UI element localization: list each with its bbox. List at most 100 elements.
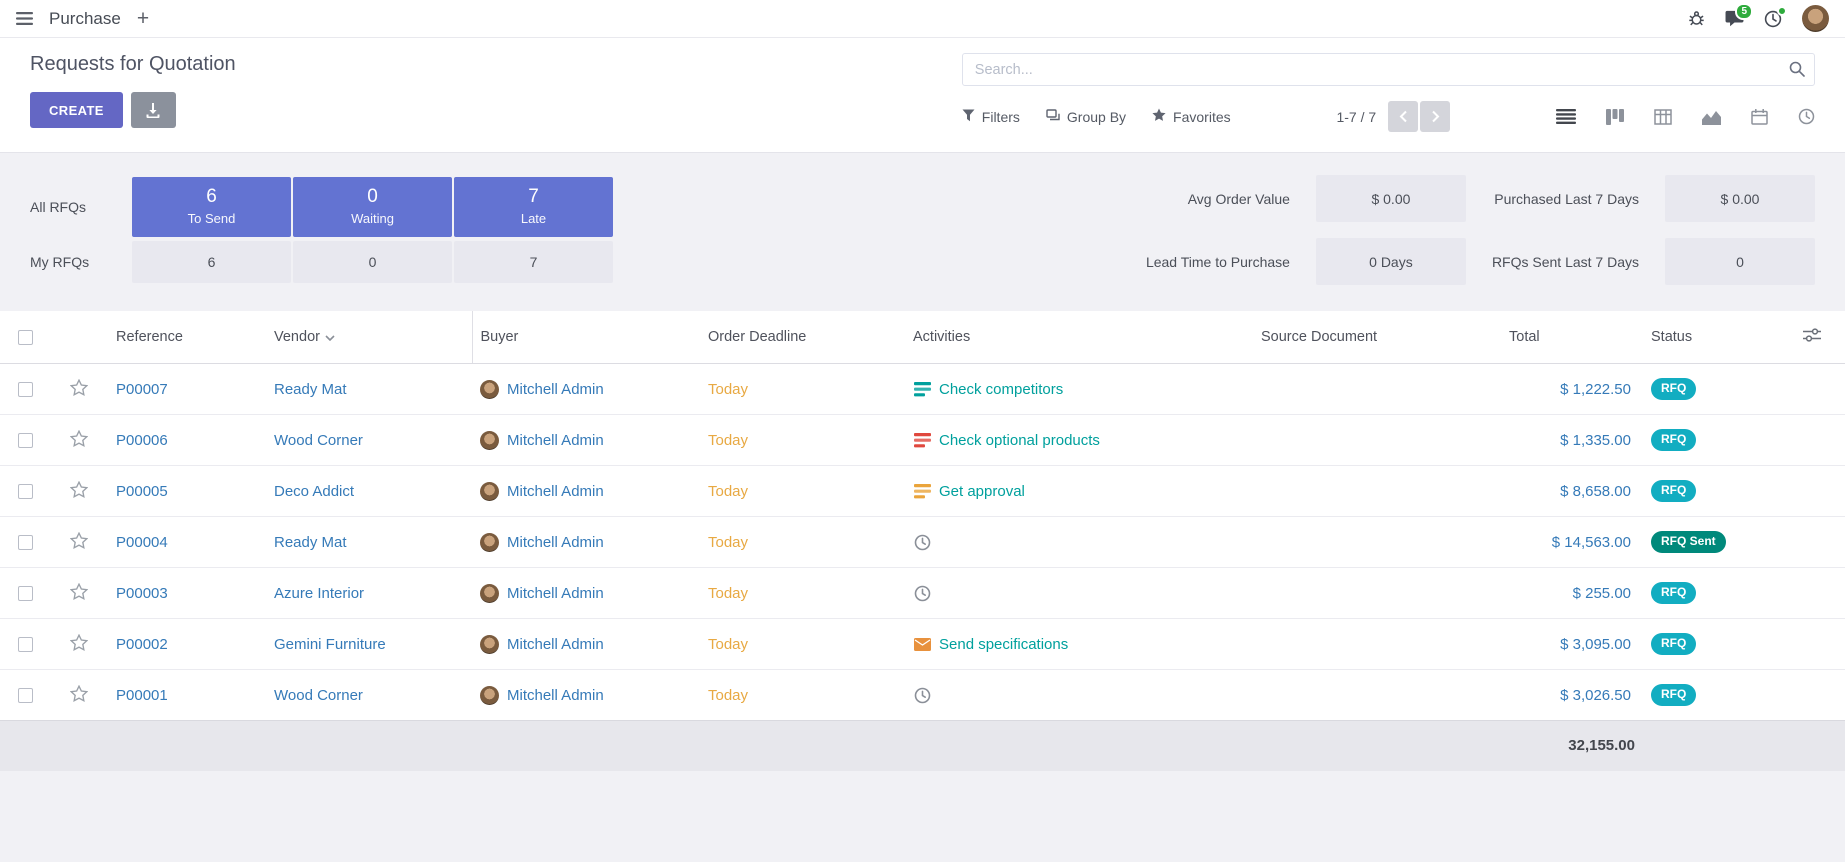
view-kanban-icon[interactable] (1606, 109, 1624, 125)
pager-next-button[interactable] (1420, 101, 1450, 132)
table-row[interactable]: P00004 Ready Mat Mitchell Admin Today $ … (0, 517, 1845, 568)
pager-previous-button[interactable] (1388, 101, 1418, 132)
row-checkbox[interactable] (18, 484, 33, 499)
stat-value-purchased-last-7-days[interactable]: $ 0.00 (1665, 175, 1815, 222)
vendor-link[interactable]: Deco Addict (274, 483, 354, 500)
reference-link[interactable]: P00002 (116, 636, 168, 653)
buyer-avatar (480, 584, 499, 603)
column-header-activities[interactable]: Activities (905, 311, 1253, 364)
view-pivot-icon[interactable] (1654, 109, 1672, 125)
kpi-tile-to-send[interactable]: 6 To Send (132, 177, 291, 237)
activity-icon[interactable] (913, 638, 931, 651)
buyer-link[interactable]: Mitchell Admin (507, 585, 604, 602)
activity-icon[interactable] (913, 433, 931, 448)
favorite-star-icon[interactable] (70, 583, 88, 600)
buyer-link[interactable]: Mitchell Admin (507, 636, 604, 653)
favorite-star-icon[interactable] (70, 481, 88, 498)
stat-value-lead-time[interactable]: 0 Days (1316, 238, 1466, 285)
vendor-link[interactable]: Wood Corner (274, 687, 363, 704)
reference-link[interactable]: P00001 (116, 687, 168, 704)
activity-link[interactable]: Get approval (939, 483, 1025, 500)
my-rfqs-to-send[interactable]: 6 (132, 241, 291, 283)
table-row[interactable]: P00002 Gemini Furniture Mitchell Admin T… (0, 619, 1845, 670)
column-header-vendor[interactable]: Vendor (266, 311, 472, 364)
table-row[interactable]: P00006 Wood Corner Mitchell Admin Today … (0, 415, 1845, 466)
table-row[interactable]: P00007 Ready Mat Mitchell Admin Today Ch… (0, 364, 1845, 415)
view-activity-icon[interactable] (1798, 108, 1815, 125)
filters-button[interactable]: Filters (962, 108, 1020, 125)
stat-value-rfqs-sent-last-7-days[interactable]: 0 (1665, 238, 1815, 285)
vendor-link[interactable]: Wood Corner (274, 432, 363, 449)
my-rfqs-filter[interactable]: My RFQs (30, 241, 130, 283)
buyer-link[interactable]: Mitchell Admin (507, 432, 604, 449)
vendor-link[interactable]: Azure Interior (274, 585, 364, 602)
kpi-tile-waiting[interactable]: 0 Waiting (293, 177, 452, 237)
top-navbar: Purchase + 5 (0, 0, 1845, 38)
row-checkbox[interactable] (18, 688, 33, 703)
activity-link[interactable]: Check optional products (939, 432, 1100, 449)
reference-link[interactable]: P00006 (116, 432, 168, 449)
activity-icon[interactable] (913, 585, 931, 602)
table-row[interactable]: P00005 Deco Addict Mitchell Admin Today … (0, 466, 1845, 517)
view-graph-icon[interactable] (1702, 109, 1721, 125)
all-rfqs-filter[interactable]: All RFQs (30, 177, 130, 237)
activities-clock-icon[interactable] (1764, 10, 1782, 28)
create-button[interactable]: CREATE (30, 92, 123, 128)
vendor-link[interactable]: Gemini Furniture (274, 636, 386, 653)
buyer-link[interactable]: Mitchell Admin (507, 483, 604, 500)
column-header-status[interactable]: Status (1643, 311, 1795, 364)
reference-link[interactable]: P00007 (116, 381, 168, 398)
column-header-order-deadline[interactable]: Order Deadline (700, 311, 905, 364)
row-checkbox[interactable] (18, 535, 33, 550)
buyer-link[interactable]: Mitchell Admin (507, 534, 604, 551)
column-header-buyer[interactable]: Buyer (472, 311, 700, 364)
kpi-tile-late[interactable]: 7 Late (454, 177, 613, 237)
activity-icon[interactable] (913, 382, 931, 397)
user-avatar[interactable] (1802, 5, 1829, 32)
optional-columns-icon[interactable] (1803, 330, 1821, 346)
select-all-checkbox[interactable] (18, 330, 33, 345)
activity-link[interactable]: Check competitors (939, 381, 1063, 398)
activity-link[interactable]: Send specifications (939, 636, 1068, 653)
vendor-link[interactable]: Ready Mat (274, 381, 347, 398)
group-by-button[interactable]: Group By (1046, 108, 1126, 125)
view-list-icon[interactable] (1556, 109, 1576, 124)
menu-hamburger-icon[interactable] (16, 12, 33, 25)
my-rfqs-late[interactable]: 7 (454, 241, 613, 283)
stat-value-avg-order-value[interactable]: $ 0.00 (1316, 175, 1466, 222)
favorite-star-icon[interactable] (70, 685, 88, 702)
activity-icon[interactable] (913, 534, 931, 551)
activity-icon[interactable] (913, 484, 931, 499)
buyer-link[interactable]: Mitchell Admin (507, 687, 604, 704)
favorite-star-icon[interactable] (70, 634, 88, 651)
activity-icon[interactable] (913, 687, 931, 704)
favorites-button[interactable]: Favorites (1152, 108, 1231, 125)
table-row[interactable]: P00003 Azure Interior Mitchell Admin Tod… (0, 568, 1845, 619)
vendor-link[interactable]: Ready Mat (274, 534, 347, 551)
row-checkbox[interactable] (18, 586, 33, 601)
messages-icon[interactable]: 5 (1725, 10, 1744, 27)
view-calendar-icon[interactable] (1751, 109, 1768, 125)
my-rfqs-waiting[interactable]: 0 (293, 241, 452, 283)
plus-icon[interactable]: + (137, 8, 149, 29)
export-button[interactable] (131, 92, 176, 128)
reference-link[interactable]: P00005 (116, 483, 168, 500)
app-name[interactable]: Purchase (49, 9, 121, 29)
row-checkbox[interactable] (18, 382, 33, 397)
row-checkbox[interactable] (18, 433, 33, 448)
reference-link[interactable]: P00004 (116, 534, 168, 551)
reference-link[interactable]: P00003 (116, 585, 168, 602)
favorite-star-icon[interactable] (70, 379, 88, 396)
column-header-total[interactable]: Total (1501, 311, 1643, 364)
buyer-link[interactable]: Mitchell Admin (507, 381, 604, 398)
column-header-reference[interactable]: Reference (108, 311, 266, 364)
favorite-star-icon[interactable] (70, 532, 88, 549)
buyer-avatar (480, 533, 499, 552)
favorite-star-icon[interactable] (70, 430, 88, 447)
row-checkbox[interactable] (18, 637, 33, 652)
column-header-source-document[interactable]: Source Document (1253, 311, 1501, 364)
search-icon[interactable] (1789, 61, 1805, 82)
table-row[interactable]: P00001 Wood Corner Mitchell Admin Today … (0, 670, 1845, 721)
search-input[interactable] (962, 53, 1815, 86)
debug-bug-icon[interactable] (1688, 10, 1705, 27)
